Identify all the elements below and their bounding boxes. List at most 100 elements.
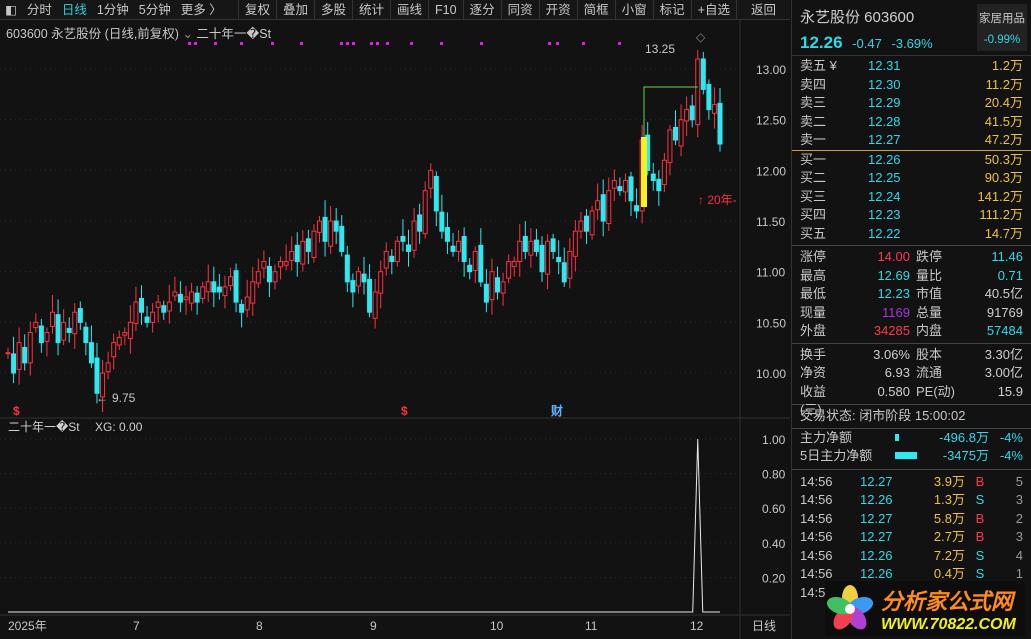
- candle-body: [155, 301, 161, 308]
- trade-status: 交易状态: 闭市阶段 15:00:02: [800, 408, 966, 423]
- level-price: 12.30: [868, 76, 901, 92]
- candle-body: [556, 257, 562, 263]
- candle-body: [528, 240, 534, 256]
- stat-row: 净资 6.93 流通 3.00亿: [792, 364, 1031, 383]
- tab-fenshi[interactable]: 分时: [22, 0, 57, 20]
- event-marker: $: [13, 404, 20, 418]
- y-tick-label: 10.00: [756, 367, 786, 381]
- stat-label: 跌停: [916, 249, 943, 264]
- order-book-row: 卖五 ¥ 12.31 1.2万: [792, 57, 1031, 76]
- kline-chart[interactable]: 13.00 12.50 12.00 11.50 11.00 10.50 10.00 1.00 0…: [0, 20, 790, 639]
- toolbar-button[interactable]: 简框: [576, 0, 615, 20]
- candle-body: [150, 311, 156, 323]
- toolbar-button[interactable]: 小窗: [614, 0, 653, 20]
- level-price: 12.22: [868, 225, 901, 241]
- level-volume: 41.5万: [984, 113, 1023, 129]
- tab-daily[interactable]: 日线: [57, 0, 92, 20]
- panel-toggle-icon[interactable]: ◧: [0, 0, 22, 20]
- signal-dot: [352, 42, 355, 45]
- stat-value: 3.06%: [873, 346, 910, 362]
- order-book-row: 买五 12.22 14.7万: [792, 225, 1031, 244]
- candle-body: [589, 210, 595, 236]
- sub-y-tick-label: 0.80: [762, 468, 786, 482]
- candle-body: [144, 316, 150, 323]
- order-book-row: 买一 12.26 50.3万: [792, 151, 1031, 170]
- stat-label: 净资: [800, 365, 827, 380]
- order-book-row: 买二 12.25 90.3万: [792, 169, 1031, 188]
- flow-pct: -4%: [999, 429, 1023, 445]
- order-book-row: 买三 12.24 141.2万: [792, 188, 1031, 207]
- fund-flow-row: 5日主力净额 -3475万 -4%: [792, 447, 1031, 466]
- candle-body: [283, 261, 289, 266]
- candle-body: [406, 244, 411, 252]
- tab-1min[interactable]: 1分钟: [92, 0, 134, 20]
- tick-row: 14:56 12.27 5.8万 B 2: [792, 510, 1031, 529]
- toolbar-button[interactable]: 画线: [390, 0, 428, 20]
- tick-side: B: [975, 510, 985, 526]
- candle-body: [428, 169, 434, 189]
- toolbar-button[interactable]: 逐分: [462, 0, 501, 20]
- toolbar-button[interactable]: +自选: [690, 0, 736, 20]
- candle-body: [495, 277, 500, 293]
- tick-count: 4: [1015, 547, 1023, 563]
- candle-body: [700, 58, 706, 90]
- toolbar-button[interactable]: F10: [428, 0, 463, 20]
- toolbar-button[interactable]: 统计: [352, 0, 390, 20]
- tick-volume: 2.7万: [933, 529, 965, 544]
- watermark-logo: 分析家公式网 WWW.70822.COM: [825, 581, 1025, 636]
- level-price: 12.24: [868, 188, 901, 204]
- y-tick-label: 12.00: [756, 164, 786, 178]
- sub-y-tick-label: 1.00: [762, 433, 786, 447]
- candle-body: [50, 311, 55, 327]
- stat-value: 3.30亿: [984, 346, 1023, 362]
- toolbar-button[interactable]: 多股: [313, 0, 352, 20]
- candle-body: [255, 271, 261, 284]
- candle-body: [695, 58, 701, 126]
- candle-body: [367, 278, 373, 313]
- stat-label: 最高: [800, 267, 827, 283]
- order-book-row: 卖三 12.29 20.4万: [792, 94, 1031, 113]
- tick-count: 3: [1015, 492, 1023, 507]
- toolbar-button[interactable]: 返回: [735, 0, 790, 20]
- candle-body: [139, 297, 144, 313]
- y-tick-label: 13.00: [756, 63, 786, 77]
- candle-body: [272, 271, 278, 283]
- tab-more[interactable]: 更多 〉: [176, 0, 227, 20]
- toolbar-button[interactable]: 标记: [652, 0, 691, 20]
- candle-body: [483, 283, 489, 303]
- tick-row: 14:56 12.27 2.7万 B 3: [792, 528, 1031, 547]
- stat-label: 现量: [800, 304, 827, 320]
- tick-side: B: [975, 529, 985, 544]
- candle-body: [661, 159, 667, 186]
- toolbar-button[interactable]: 同资: [500, 0, 539, 20]
- stat-label: 总量: [916, 304, 943, 320]
- stat-row: 现量 1169 总量 91769: [792, 304, 1031, 323]
- settings-diamond-icon: ◇: [696, 30, 706, 44]
- candle-body: [233, 270, 239, 303]
- flow-value: -3475万: [942, 448, 989, 463]
- signal-text: ↑ 20年-: [698, 193, 737, 207]
- candle-body: [211, 281, 217, 293]
- stat-row: 涨停 14.00 跌停 11.46: [792, 248, 1031, 267]
- level-price: 12.29: [868, 95, 901, 110]
- signal-dot: [370, 42, 373, 45]
- toolbar-button[interactable]: 叠加: [275, 0, 314, 20]
- x-axis-label: 8: [256, 619, 263, 633]
- y-tick-label: 11.00: [756, 266, 785, 280]
- candle-body: [584, 215, 589, 232]
- candle-body: [289, 250, 295, 261]
- order-book-row: 卖二 12.28 41.5万: [792, 113, 1031, 132]
- tick-side: S: [975, 492, 985, 507]
- candle-body: [622, 180, 628, 193]
- candle-body: [166, 301, 172, 312]
- level-volume: 47.2万: [984, 132, 1023, 147]
- candle-body: [44, 331, 50, 342]
- candle-body: [116, 337, 122, 346]
- sector-box[interactable]: 家居用品 -0.99%: [977, 4, 1027, 51]
- tick-volume: 5.8万: [933, 510, 965, 526]
- tab-5min[interactable]: 5分钟: [134, 0, 176, 20]
- high-price-label: 13.25: [645, 42, 675, 56]
- toolbar-button[interactable]: 开资: [538, 0, 577, 20]
- toolbar-button[interactable]: 复权: [237, 0, 276, 20]
- stat-row: 最低 12.23 市值 40.5亿: [792, 285, 1031, 304]
